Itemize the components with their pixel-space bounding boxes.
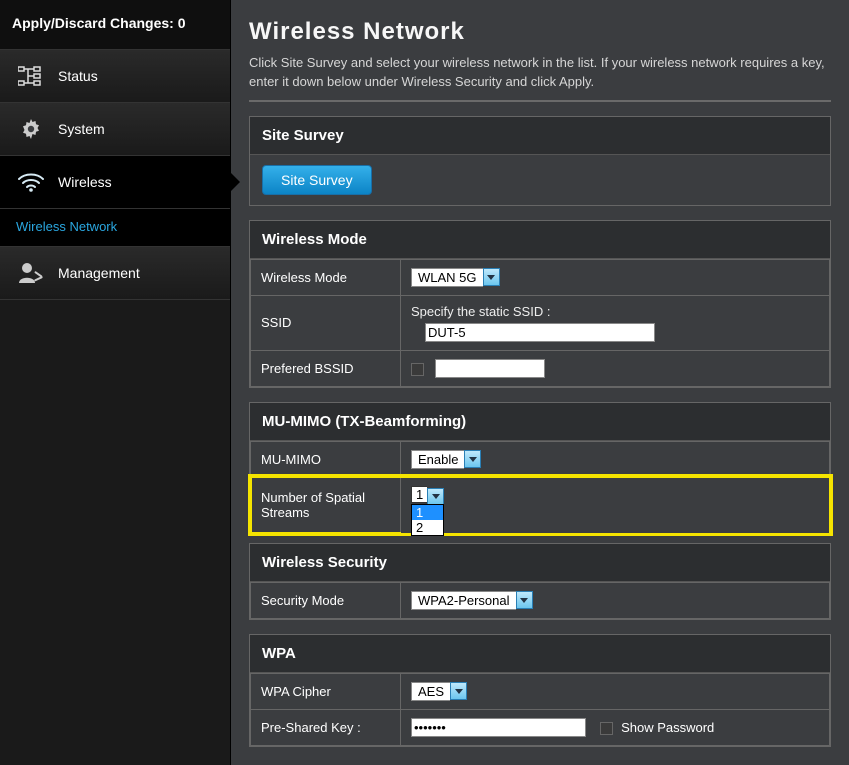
sidebar-item-management[interactable]: Management bbox=[0, 247, 230, 300]
bssid-checkbox[interactable] bbox=[411, 363, 424, 376]
bssid-label: Prefered BSSID bbox=[251, 350, 401, 386]
divider bbox=[249, 100, 831, 102]
chevron-down-icon[interactable] bbox=[427, 488, 444, 505]
nss-dropdown-list: 1 2 bbox=[411, 504, 444, 536]
site-survey-button[interactable]: Site Survey bbox=[262, 165, 372, 195]
security-mode-label: Security Mode bbox=[251, 582, 401, 618]
wpa-cipher-select[interactable]: AES bbox=[411, 682, 467, 701]
sidebar-item-label: Status bbox=[58, 68, 98, 84]
wpa-table: WPA Cipher AES Pre-Shared Key : bbox=[250, 673, 830, 746]
security-mode-select[interactable]: WPA2-Personal bbox=[411, 591, 533, 610]
nss-select[interactable]: 1 1 2 bbox=[411, 486, 444, 505]
page-description: Click Site Survey and select your wirele… bbox=[249, 54, 831, 92]
nss-option-1[interactable]: 1 bbox=[412, 505, 443, 520]
wifi-icon bbox=[16, 170, 46, 194]
show-password-label: Show Password bbox=[621, 720, 714, 735]
psk-label: Pre-Shared Key : bbox=[251, 709, 401, 745]
psk-input[interactable] bbox=[411, 718, 586, 737]
ssid-label: SSID bbox=[251, 295, 401, 350]
sidebar-item-label: Management bbox=[58, 265, 140, 281]
chevron-down-icon[interactable] bbox=[464, 450, 481, 468]
wireless-mode-panel: Wireless Mode Wireless Mode WLAN 5G SSID… bbox=[249, 220, 831, 388]
site-survey-header: Site Survey bbox=[250, 117, 830, 155]
chevron-down-icon[interactable] bbox=[516, 591, 533, 609]
sidebar-item-system[interactable]: System bbox=[0, 103, 230, 156]
site-survey-panel: Site Survey Site Survey bbox=[249, 116, 831, 206]
apply-discard-status: Apply/Discard Changes: 0 bbox=[0, 0, 230, 50]
main-content: Wireless Network Click Site Survey and s… bbox=[231, 0, 849, 765]
bssid-input[interactable] bbox=[435, 359, 545, 378]
mumimo-table: MU-MIMO Enable Number of Spatial Streams… bbox=[250, 441, 830, 534]
wireless-security-table: Security Mode WPA2-Personal bbox=[250, 582, 830, 619]
nss-option-2[interactable]: 2 bbox=[412, 520, 443, 535]
status-icon bbox=[16, 64, 46, 88]
wireless-mode-header: Wireless Mode bbox=[250, 221, 830, 259]
wpa-panel: WPA WPA Cipher AES Pre-Shared Key : bbox=[249, 634, 831, 747]
ssid-note: Specify the static SSID : bbox=[411, 304, 819, 319]
chevron-down-icon[interactable] bbox=[450, 682, 467, 700]
sidebar-item-label: Wireless bbox=[58, 174, 112, 190]
wireless-mode-select[interactable]: WLAN 5G bbox=[411, 268, 500, 287]
mumimo-header: MU-MIMO (TX-Beamforming) bbox=[250, 403, 830, 441]
gear-icon bbox=[16, 117, 46, 141]
mumimo-select[interactable]: Enable bbox=[411, 450, 481, 469]
action-row: Apply Cancel bbox=[249, 761, 831, 765]
sidebar-item-status[interactable]: Status bbox=[0, 50, 230, 103]
wireless-mode-table: Wireless Mode WLAN 5G SSID Specify the s… bbox=[250, 259, 830, 387]
sidebar: Apply/Discard Changes: 0 Status System W… bbox=[0, 0, 231, 765]
show-password-checkbox[interactable] bbox=[600, 722, 613, 735]
sidebar-item-wireless[interactable]: Wireless bbox=[0, 156, 230, 209]
wireless-security-header: Wireless Security bbox=[250, 544, 830, 582]
wpa-header: WPA bbox=[250, 635, 830, 673]
wireless-mode-label: Wireless Mode bbox=[251, 259, 401, 295]
wireless-security-panel: Wireless Security Security Mode WPA2-Per… bbox=[249, 543, 831, 620]
wpa-cipher-label: WPA Cipher bbox=[251, 673, 401, 709]
chevron-down-icon[interactable] bbox=[483, 268, 500, 286]
page-title: Wireless Network bbox=[249, 18, 831, 46]
sidebar-item-label: System bbox=[58, 121, 105, 137]
mumimo-label: MU-MIMO bbox=[251, 441, 401, 477]
sidebar-subitem-wireless-network[interactable]: Wireless Network bbox=[0, 209, 230, 247]
nss-label: Number of Spatial Streams bbox=[251, 477, 401, 533]
ssid-input[interactable] bbox=[425, 323, 655, 342]
management-icon bbox=[16, 261, 46, 285]
mumimo-panel: MU-MIMO (TX-Beamforming) MU-MIMO Enable … bbox=[249, 402, 831, 535]
